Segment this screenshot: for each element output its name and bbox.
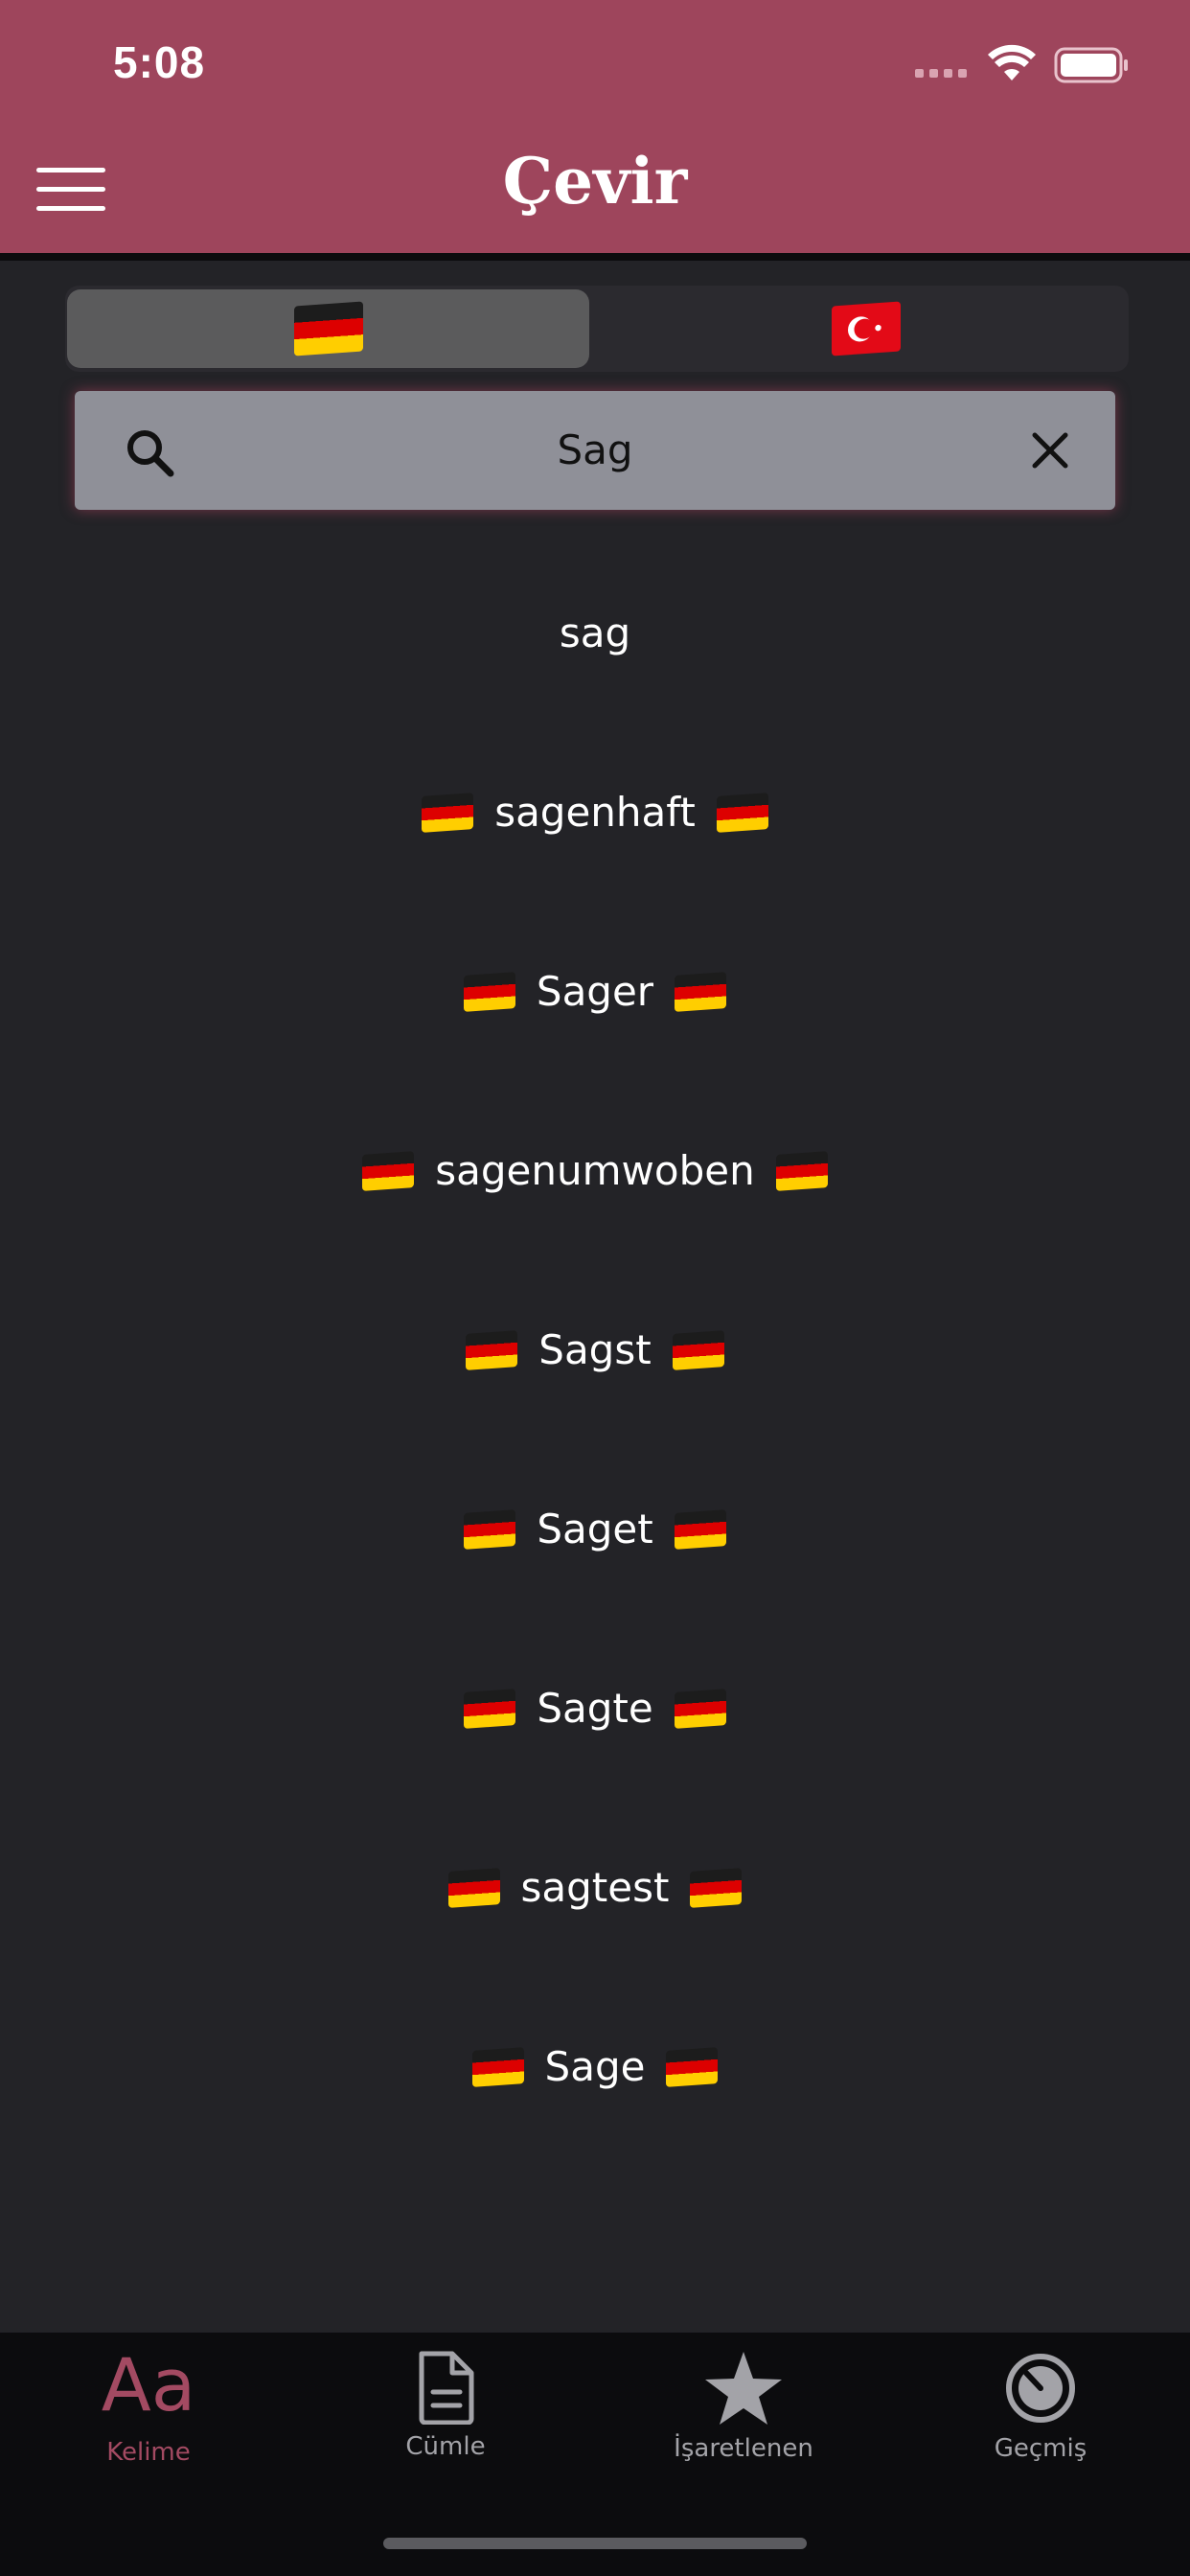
header-divider <box>0 253 1190 261</box>
tab-label: İşaretlenen <box>674 2434 813 2463</box>
result-text: sagenhaft <box>494 789 696 836</box>
result-text: Sagst <box>538 1326 652 1373</box>
language-toggle <box>65 286 1129 372</box>
tab-gecmis[interactable]: Geçmiş <box>945 2340 1136 2463</box>
home-indicator <box>383 2538 807 2549</box>
tab-cumle[interactable]: Cümle <box>350 2340 541 2461</box>
germany-flag-icon <box>466 1329 518 1370</box>
results-list: sag sagenhaft Sager sagenumwoben Sagst Saget S… <box>0 543 1190 2156</box>
result-item[interactable]: Sagst <box>0 1260 1190 1439</box>
result-text: Sagte <box>537 1685 653 1732</box>
result-item[interactable]: Saget <box>0 1439 1190 1619</box>
result-item[interactable]: sag <box>0 543 1190 723</box>
star-icon <box>705 2352 782 2425</box>
germany-flag-icon <box>666 2046 719 2087</box>
germany-flag-icon <box>674 1688 726 1729</box>
cellular-signal-icon <box>915 69 967 78</box>
germany-flag-icon <box>422 792 474 833</box>
germany-flag-icon <box>447 1867 500 1908</box>
search-bar[interactable]: Sag <box>75 391 1115 510</box>
status-time: 5:08 <box>113 37 206 87</box>
germany-flag-icon <box>464 1688 516 1729</box>
tab-isaretlenen[interactable]: İşaretlenen <box>648 2340 839 2463</box>
result-item[interactable]: sagtest <box>0 1798 1190 1977</box>
germany-flag-icon <box>471 2046 524 2087</box>
germany-flag-icon <box>775 1150 828 1191</box>
result-text: sagtest <box>520 1864 670 1911</box>
germany-flag-icon <box>674 1508 726 1550</box>
result-item[interactable]: sagenumwoben <box>0 1081 1190 1260</box>
result-item[interactable]: Sager <box>0 902 1190 1081</box>
tab-kelime[interactable]: Aa Kelime <box>53 2340 244 2467</box>
source-language-button[interactable] <box>67 289 589 368</box>
result-text: sagenumwoben <box>435 1147 755 1194</box>
germany-flag-icon <box>464 1508 516 1550</box>
turkey-flag-icon <box>831 301 901 356</box>
result-text: Sager <box>536 968 654 1015</box>
result-text: Saget <box>537 1506 653 1552</box>
germany-flag-icon <box>672 1329 724 1370</box>
result-item[interactable]: sagenhaft <box>0 723 1190 902</box>
document-icon <box>419 2351 474 2425</box>
germany-flag-icon <box>675 971 727 1012</box>
history-icon <box>1006 2354 1075 2423</box>
result-item[interactable]: Sagte <box>0 1619 1190 1798</box>
germany-flag-icon <box>293 301 363 356</box>
tab-label: Kelime <box>106 2438 191 2467</box>
result-text: Sage <box>544 2043 646 2090</box>
germany-flag-icon <box>362 1150 415 1191</box>
tab-label: Cümle <box>405 2432 486 2461</box>
germany-flag-icon <box>716 792 768 833</box>
target-language-button[interactable] <box>605 289 1127 368</box>
search-input[interactable]: Sag <box>75 391 1115 510</box>
germany-flag-icon <box>463 971 515 1012</box>
page-title: Çevir <box>502 144 688 218</box>
wifi-icon <box>988 44 1036 80</box>
tab-label: Geçmiş <box>994 2434 1087 2463</box>
battery-icon <box>1054 47 1128 83</box>
result-text: sag <box>559 610 631 656</box>
germany-flag-icon <box>690 1867 743 1908</box>
word-icon: Aa <box>101 2342 196 2427</box>
result-item[interactable]: Sage <box>0 1977 1190 2156</box>
close-icon[interactable] <box>1029 429 1071 472</box>
